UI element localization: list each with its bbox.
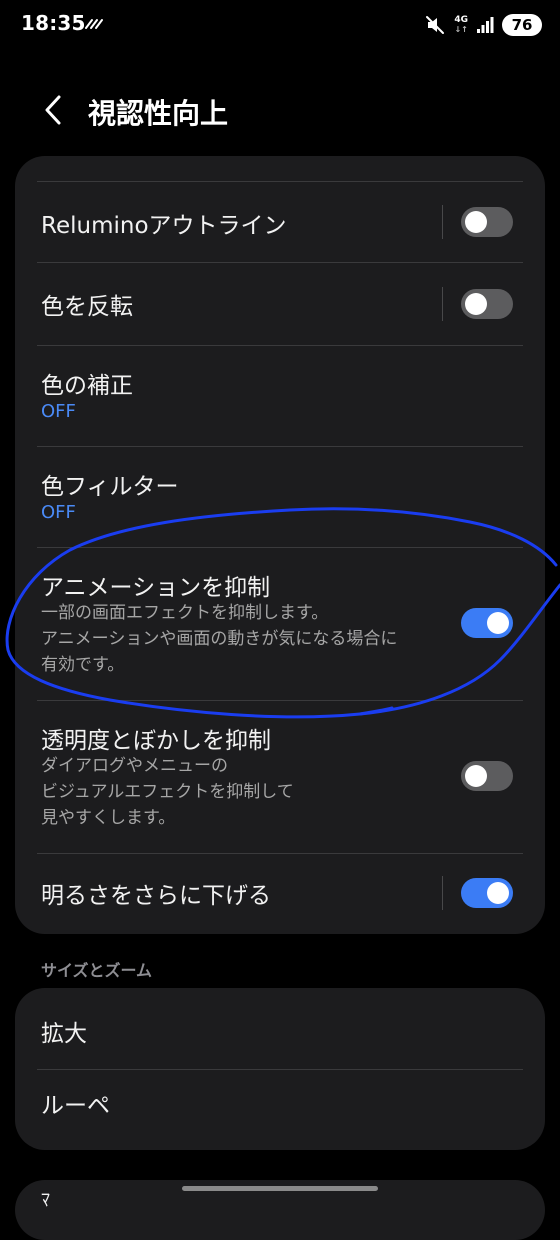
setting-title: 色フィルター [41,474,179,500]
reduce-transparency-toggle[interactable] [461,761,513,791]
setting-reduce-transparency-blur[interactable]: 透明度とぼかしを抑制 ダイアログやメニューの ビジュアルエフェクトを抑制して 見… [15,701,545,853]
setting-title: 色を反転 [41,294,133,320]
setting-title: 透明度とぼかしを抑制 [41,728,271,754]
status-bar: 18:35 4G ↓↑ 76 [0,0,560,50]
description-line: 見やすくします。 [41,808,176,828]
setting-extra-dim[interactable]: 明るさをさらに下げる [15,854,545,934]
network-arrows: ↓↑ [454,25,468,34]
activity-icon [85,19,103,29]
toggle-knob [465,211,487,233]
description-line: ビジュアルエフェクトを抑制して [41,782,294,802]
setting-invert-colors[interactable]: 色を反転 [15,263,545,345]
settings-card: Reluminoアウトライン 色を反転 色の補正 OFF 色フィルター OFF … [15,156,545,934]
description-line: ダイアログやメニューの [41,756,228,776]
network-type: 4G [454,15,468,25]
setting-relumino-outline[interactable]: Reluminoアウトライン [15,182,545,262]
extra-dim-toggle[interactable] [461,878,513,908]
status-icons: 4G ↓↑ 76 [424,12,542,38]
header: 視認性向上 [0,78,560,142]
setting-status: OFF [41,502,76,523]
vertical-separator [442,287,443,321]
setting-status: OFF [41,401,76,422]
setting-magnifier[interactable]: ルーペ [15,1070,545,1150]
setting-description: ダイアログやメニューの ビジュアルエフェクトを抑制して 見やすくします。 [41,753,294,831]
vertical-separator [442,876,443,910]
setting-color-filter[interactable]: 色フィルター OFF [15,447,545,547]
status-time: 18:35 [21,11,86,35]
network-indicator: 4G ↓↑ [454,15,468,35]
setting-title: 明るさをさらに下げる [41,883,271,909]
setting-title: アニメーションを抑制 [41,575,271,601]
setting-description: 一部の画面エフェクトを抑制します。 アニメーションや画面の動きが気になる場合に … [41,600,397,678]
setting-color-correction[interactable]: 色の補正 OFF [15,346,545,446]
volume-mute-icon [426,16,445,34]
page-title: 視認性向上 [88,97,229,130]
battery-indicator: 76 [502,14,542,36]
vertical-separator [442,205,443,239]
reduce-animations-toggle[interactable] [461,608,513,638]
setting-title: Reluminoアウトライン [41,213,287,239]
description-line: アニメーションや画面の動きが気になる場合に [41,629,398,649]
description-line: 一部の画面エフェクトを抑制します。 [41,603,329,623]
chevron-left-icon [45,95,61,125]
size-zoom-card: 拡大 ルーペ [15,988,545,1150]
back-button[interactable] [34,90,72,130]
section-header-size-zoom: サイズとズーム [41,961,153,980]
description-line: 有効です。 [41,655,125,675]
setting-title: ルーペ [41,1093,110,1119]
toggle-knob [487,882,509,904]
toggle-knob [465,765,487,787]
setting-title: 拡大 [41,1021,87,1047]
relumino-toggle[interactable] [461,207,513,237]
peek-text: ﾏ [41,1190,50,1211]
toggle-knob [465,293,487,315]
setting-magnification[interactable]: 拡大 [15,988,545,1069]
toggle-knob [487,612,509,634]
setting-reduce-animations[interactable]: アニメーションを抑制 一部の画面エフェクトを抑制します。 アニメーションや画面の… [15,548,545,700]
invert-colors-toggle[interactable] [461,289,513,319]
home-indicator[interactable] [182,1186,378,1191]
signal-bars-icon [477,17,494,33]
setting-title: 色の補正 [41,373,133,399]
